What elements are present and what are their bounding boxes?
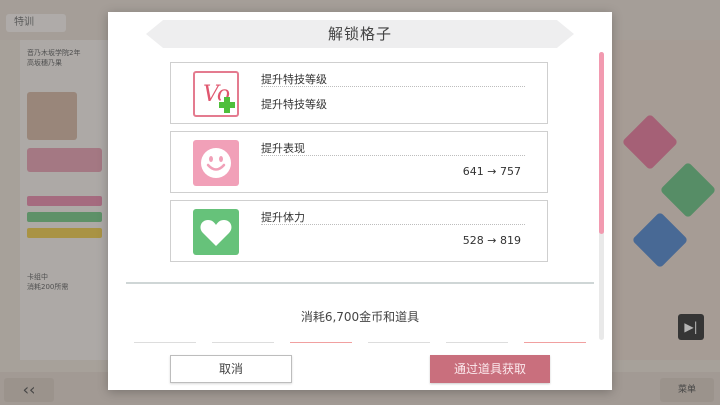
reward-list[interactable]: Vo 提升特技等级 提升特技等级 提升表现 641 → 757 提升体力 528… — [128, 58, 598, 278]
cancel-button[interactable]: 取消 — [170, 355, 292, 383]
reward-card-smile: 提升表现 641 → 757 — [170, 131, 548, 193]
reward-title: 提升体力 — [261, 211, 305, 224]
reward-title: 提升表现 — [261, 142, 305, 155]
smile-icon — [193, 140, 239, 186]
heart-icon — [193, 209, 239, 255]
scrollbar-thumb[interactable] — [599, 52, 604, 234]
reward-value: 528 → 819 — [462, 234, 521, 247]
dialog-title-bar: 解锁格子 — [146, 20, 574, 48]
reward-subtitle: 提升特技等级 — [261, 98, 327, 111]
obtain-via-item-button[interactable]: 通过道具获取 — [430, 355, 550, 383]
unlock-cell-dialog: 解锁格子 Vo 提升特技等级 提升特技等级 提升表现 641 → 757 提升体… — [108, 12, 612, 390]
dotted-divider — [261, 224, 525, 225]
item-strip — [130, 342, 600, 346]
dotted-divider — [261, 155, 525, 156]
cost-text: 消耗6,700金币和道具 — [300, 310, 420, 324]
dotted-divider — [261, 86, 525, 87]
reward-title: 提升特技等级 — [261, 73, 327, 86]
reward-card-skill: Vo 提升特技等级 提升特技等级 — [170, 62, 548, 124]
reward-value: 641 → 757 — [462, 165, 521, 178]
dialog-title: 解锁格子 — [327, 25, 392, 43]
vo-skill-up-icon: Vo — [193, 71, 239, 117]
section-divider — [126, 282, 594, 284]
reward-card-heart: 提升体力 528 → 819 — [170, 200, 548, 262]
